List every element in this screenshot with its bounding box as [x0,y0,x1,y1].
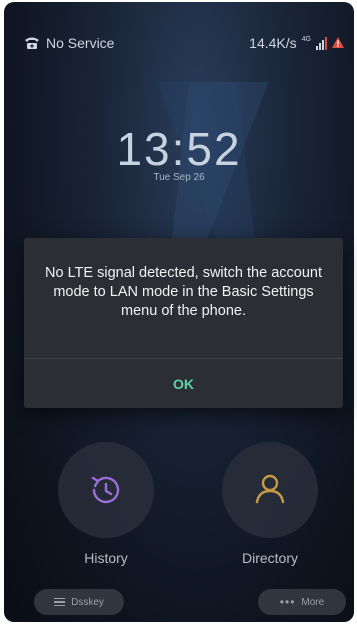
alert-icon [332,37,344,48]
history-button[interactable] [58,442,154,538]
directory-button[interactable] [222,442,318,538]
status-left: No Service [24,35,114,51]
dsskey-label: Dsskey [71,596,104,608]
ok-button[interactable]: OK [24,359,343,408]
directory-label: Directory [241,550,298,566]
signal-strength-icon [316,36,327,50]
network-type-badge: 4G [301,35,311,43]
status-bar: No Service 14.4K/s 4G [4,30,354,56]
history-icon [91,476,120,504]
desk-phone-icon [25,37,39,49]
list-icon [54,597,66,607]
history-label: History [84,550,128,566]
status-right: 14.4K/s 4G [249,35,344,51]
contact-person-icon [255,474,285,504]
more-softkey[interactable]: ••• More [258,589,346,615]
network-speed-text: 14.4K/s [249,35,297,51]
lock-screen-time: 13:52 [116,123,242,175]
service-status-text: No Service [46,35,115,51]
lte-warning-dialog: No LTE signal detected, switch the accou… [24,238,343,408]
more-dots-icon: ••• [279,595,296,609]
dsskey-softkey[interactable]: Dsskey [34,589,124,615]
lock-screen-date: Tue Sep 26 [153,172,205,183]
dialog-message: No LTE signal detected, switch the accou… [45,265,322,319]
more-label: More [301,596,325,608]
